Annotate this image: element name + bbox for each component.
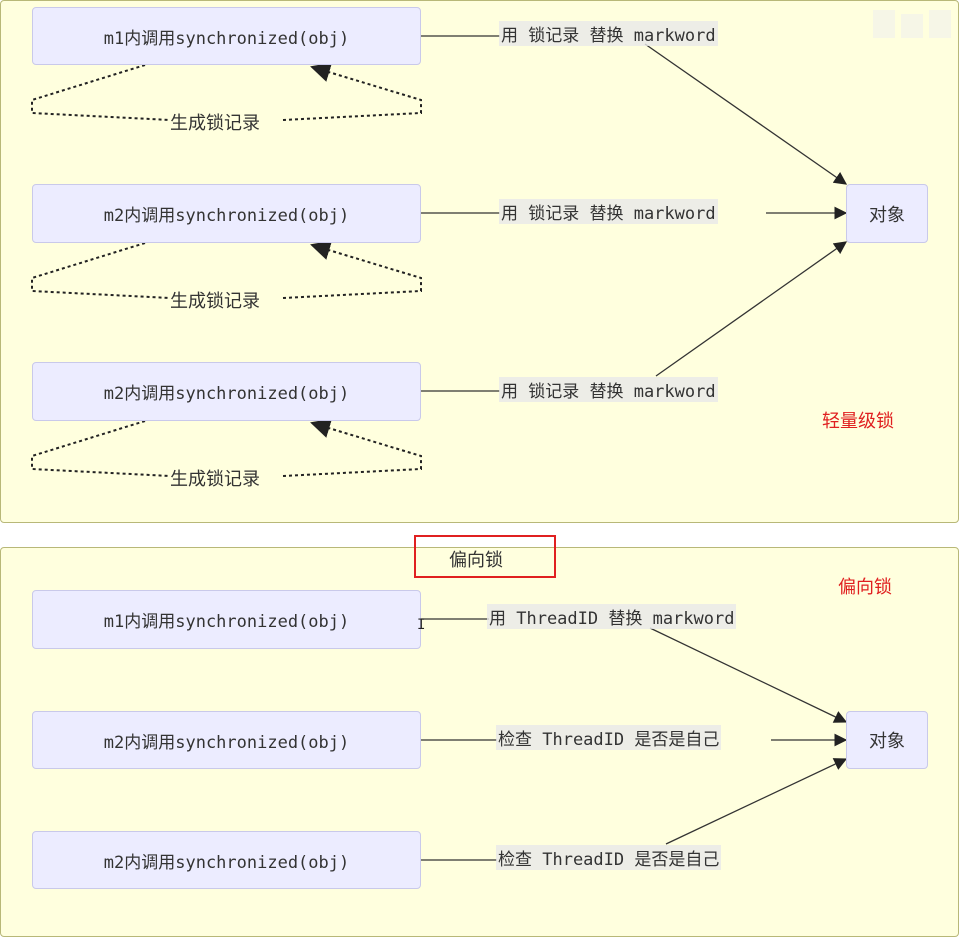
caller-m2-box: m2内调用synchronized(obj)	[32, 711, 421, 769]
edge-label: 用 ThreadID 替换 markword	[487, 604, 737, 629]
edge-label: 检查 ThreadID 是否是自己	[496, 845, 722, 870]
object-node: 对象	[846, 711, 928, 769]
caller-m2-box: m2内调用synchronized(obj)	[32, 831, 421, 889]
edge-label: 检查 ThreadID 是否是自己	[496, 725, 722, 750]
diagram-edges-biased	[421, 618, 848, 861]
text-cursor-icon: I	[417, 617, 426, 633]
biased-lock-label: 偏向锁	[838, 577, 892, 598]
caller-m1-box: m1内调用synchronized(obj)	[32, 590, 421, 649]
